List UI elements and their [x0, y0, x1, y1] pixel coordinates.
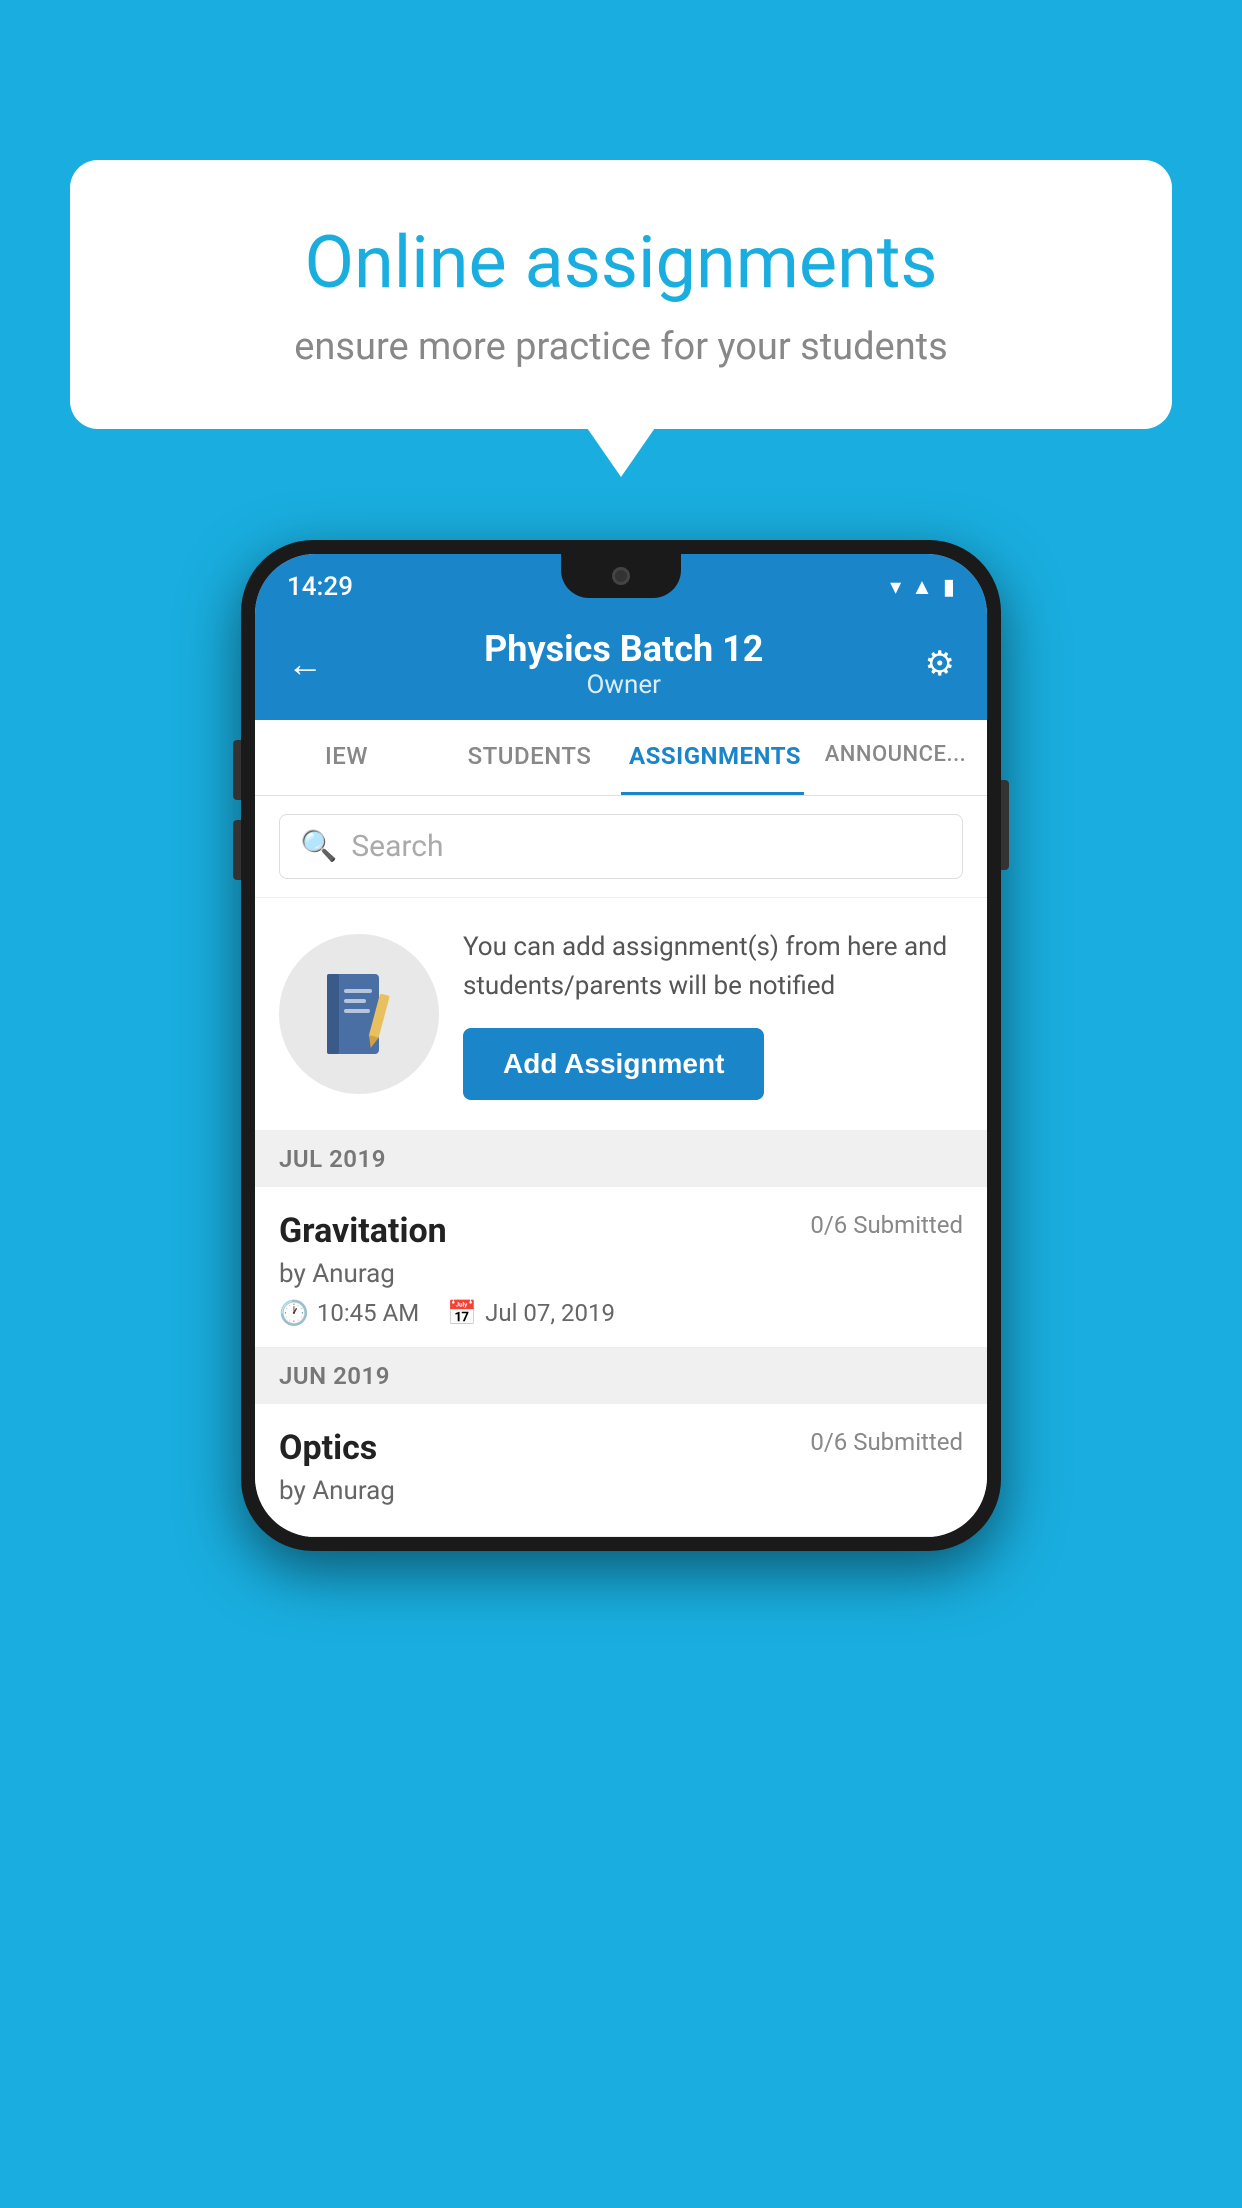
phone-outer: 14:29 ▾ ▲ ▮ ← Physics Batch 12 Owner ⚙ I… — [241, 540, 1001, 1551]
add-assignment-button[interactable]: Add Assignment — [463, 1028, 764, 1100]
assignment-author-optics: by Anurag — [279, 1476, 963, 1506]
signal-icon: ▲ — [911, 574, 933, 600]
tabs-bar: IEW STUDENTS ASSIGNMENTS ANNOUNCE... — [255, 720, 987, 796]
header-title-area: Physics Batch 12 Owner — [484, 628, 763, 700]
assignment-date: Jul 07, 2019 — [485, 1299, 615, 1327]
power-button — [1001, 780, 1009, 870]
assignment-meta: 🕐 10:45 AM 📅 Jul 07, 2019 — [279, 1299, 963, 1327]
notebook-icon — [319, 969, 399, 1059]
clock-icon: 🕐 — [279, 1299, 309, 1327]
tab-iew[interactable]: IEW — [255, 720, 438, 795]
search-icon: 🔍 — [300, 829, 337, 864]
bubble-title: Online assignments — [150, 220, 1092, 305]
assignment-top: Gravitation 0/6 Submitted — [279, 1211, 963, 1251]
status-icons: ▾ ▲ ▮ — [890, 574, 955, 600]
volume-up-button — [233, 740, 241, 800]
section-header-jul2019: JUL 2019 — [255, 1131, 987, 1187]
assignment-author: by Anurag — [279, 1259, 963, 1289]
tab-assignments[interactable]: ASSIGNMENTS — [621, 720, 804, 795]
settings-icon[interactable]: ⚙ — [925, 644, 955, 684]
bubble-subtitle: ensure more practice for your students — [150, 325, 1092, 369]
speech-bubble-area: Online assignments ensure more practice … — [70, 160, 1172, 429]
assignment-top-optics: Optics 0/6 Submitted — [279, 1428, 963, 1468]
info-text: You can add assignment(s) from here and … — [463, 928, 963, 1006]
assignment-time: 10:45 AM — [317, 1299, 419, 1327]
app-header: ← Physics Batch 12 Owner ⚙ — [255, 612, 987, 720]
phone-mockup: 14:29 ▾ ▲ ▮ ← Physics Batch 12 Owner ⚙ I… — [241, 540, 1001, 1551]
assignment-status-optics: 0/6 Submitted — [810, 1428, 963, 1456]
info-icon-circle — [279, 934, 439, 1094]
battery-icon: ▮ — [943, 575, 955, 600]
info-section: You can add assignment(s) from here and … — [255, 898, 987, 1131]
tab-announcements[interactable]: ANNOUNCE... — [804, 720, 987, 795]
header-subtitle: Owner — [484, 670, 763, 700]
assignment-name: Gravitation — [279, 1211, 447, 1251]
search-container: 🔍 Search — [255, 796, 987, 898]
calendar-icon: 📅 — [447, 1299, 477, 1327]
phone-screen: 14:29 ▾ ▲ ▮ ← Physics Batch 12 Owner ⚙ I… — [255, 554, 987, 1537]
section-header-jun2019: JUN 2019 — [255, 1348, 987, 1404]
assignment-name-optics: Optics — [279, 1428, 377, 1468]
search-placeholder: Search — [351, 829, 443, 864]
meta-time: 🕐 10:45 AM — [279, 1299, 419, 1327]
assignment-item-optics[interactable]: Optics 0/6 Submitted by Anurag — [255, 1404, 987, 1537]
assignment-status: 0/6 Submitted — [810, 1211, 963, 1239]
back-button[interactable]: ← — [287, 643, 323, 685]
phone-notch — [561, 554, 681, 598]
search-input-wrapper[interactable]: 🔍 Search — [279, 814, 963, 879]
volume-down-button — [233, 820, 241, 880]
tab-students[interactable]: STUDENTS — [438, 720, 621, 795]
header-title: Physics Batch 12 — [484, 628, 763, 670]
info-right: You can add assignment(s) from here and … — [463, 928, 963, 1100]
speech-bubble: Online assignments ensure more practice … — [70, 160, 1172, 429]
front-camera — [612, 567, 630, 585]
wifi-icon: ▾ — [890, 575, 901, 600]
assignment-item-gravitation[interactable]: Gravitation 0/6 Submitted by Anurag 🕐 10… — [255, 1187, 987, 1348]
meta-date: 📅 Jul 07, 2019 — [447, 1299, 615, 1327]
status-time: 14:29 — [287, 572, 353, 602]
